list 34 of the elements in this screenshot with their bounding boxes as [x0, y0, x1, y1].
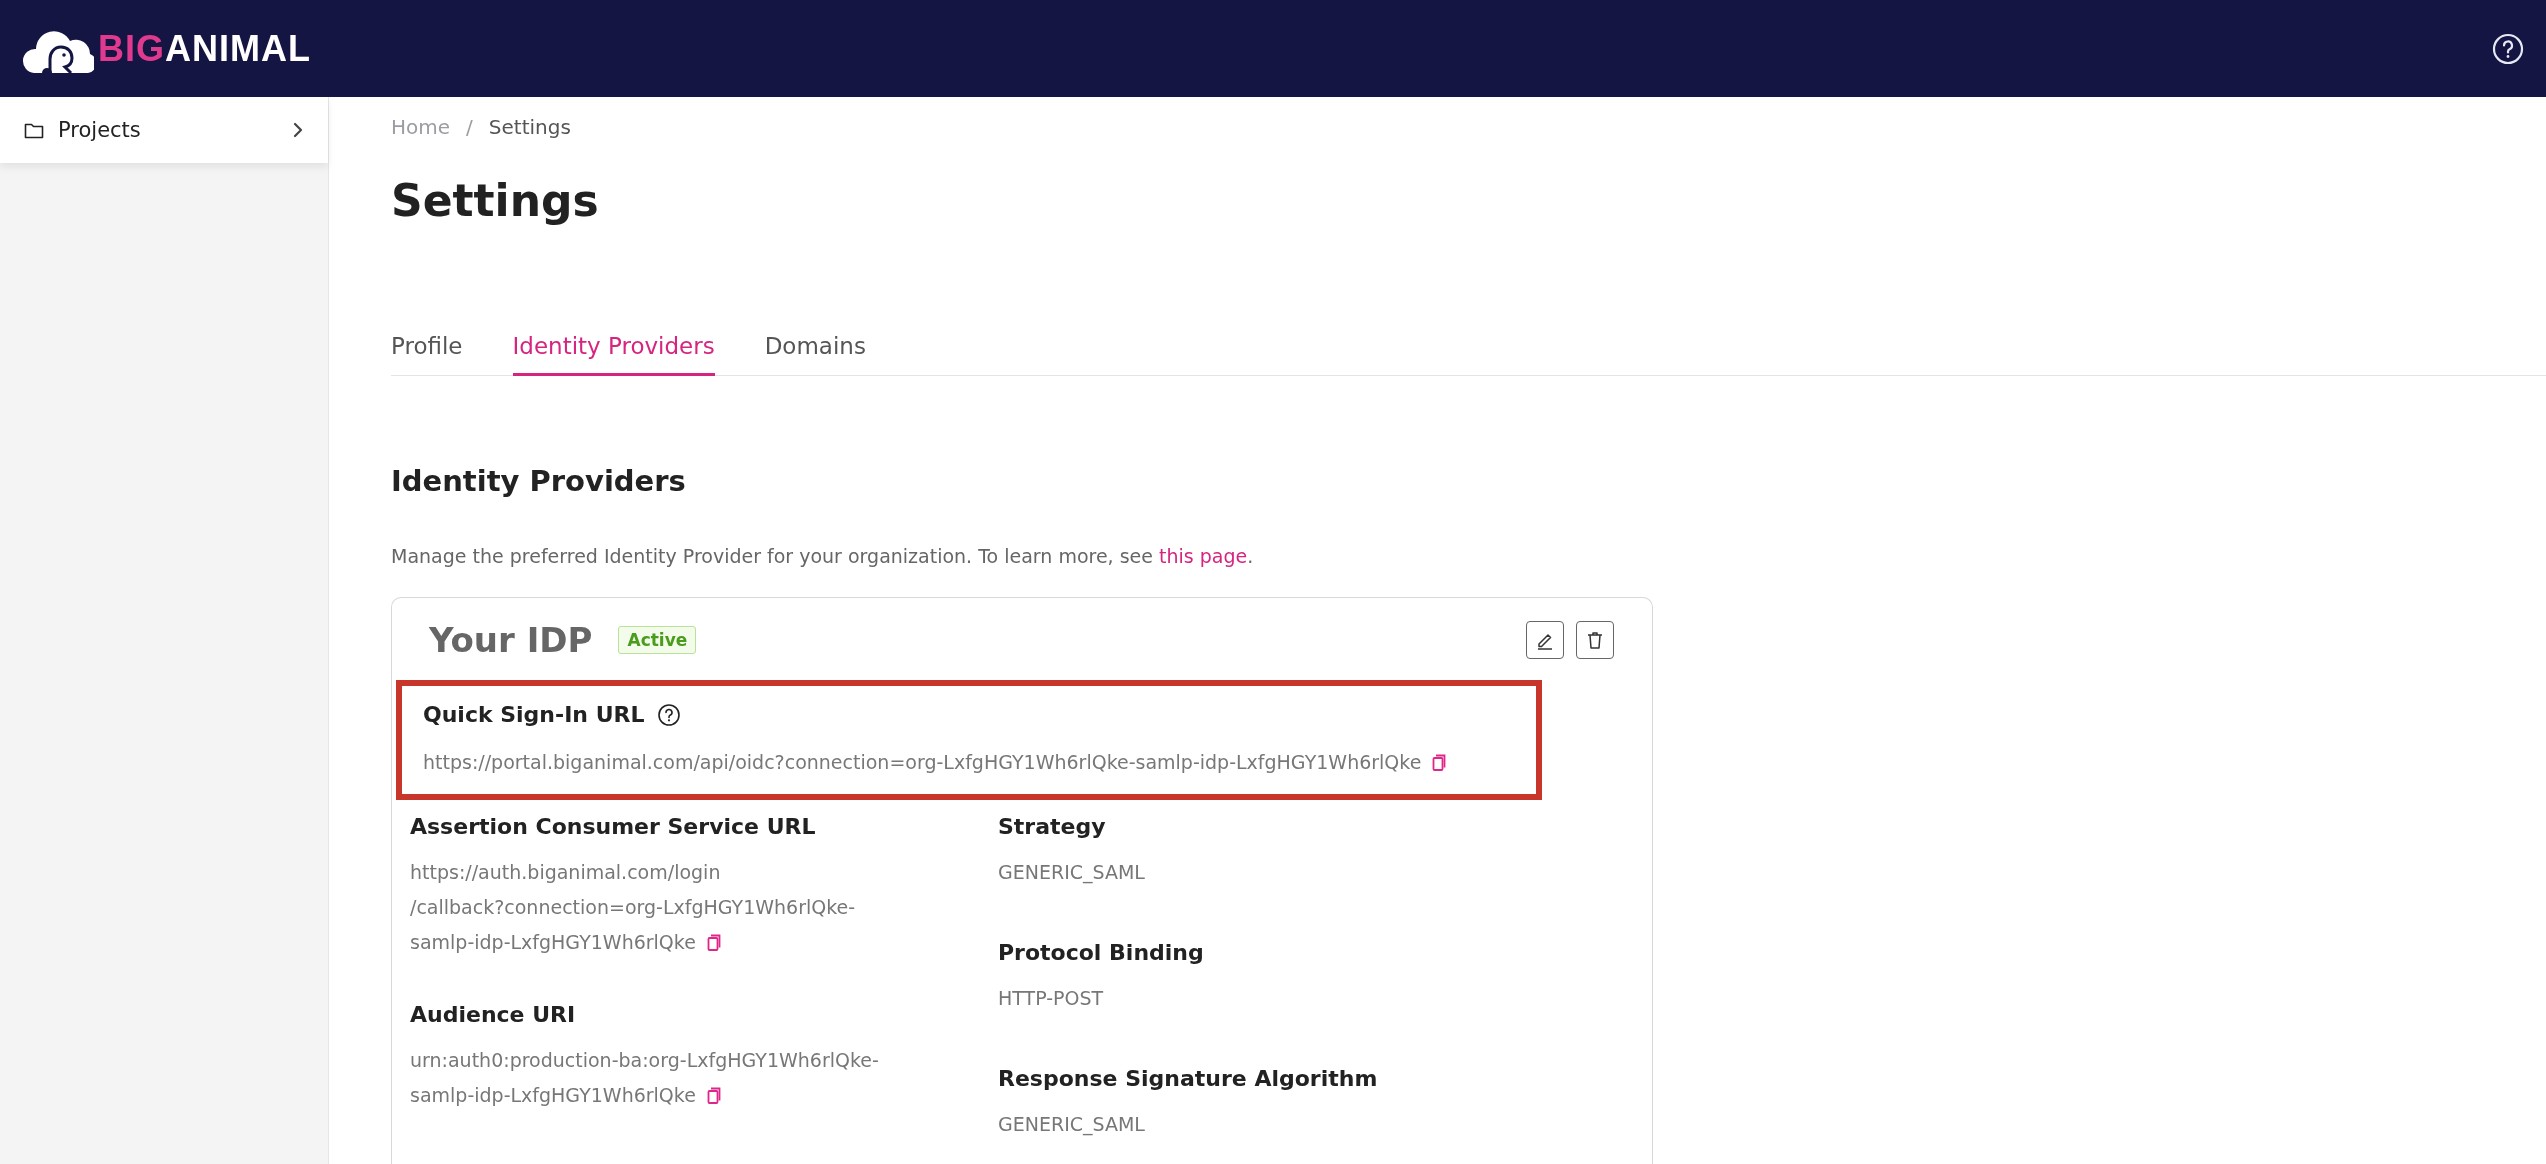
- tab[interactable]: Profile: [391, 318, 463, 376]
- edit-button[interactable]: [1526, 621, 1564, 659]
- field-value: https://portal.biganimal.com/api/oidc?connection=org-LxfgHGY1Wh6rlQke-samlp-idp-LxfgHGY1Wh6rlQke: [423, 750, 1422, 775]
- breadcrumb-current: Settings: [488, 115, 571, 139]
- help-icon[interactable]: [656, 702, 681, 727]
- learn-more-link[interactable]: this page: [1159, 545, 1248, 567]
- section-description: Manage the preferred Identity Provider for your organization. To learn more, see this page.: [391, 545, 1255, 567]
- field-label: Audience URI: [410, 1002, 576, 1027]
- page-title: Settings: [391, 175, 600, 226]
- field-label: Response Signature Algorithm: [998, 1066, 1378, 1091]
- field-value: samlp-idp-LxfgHGY1Wh6rlQke: [410, 930, 696, 955]
- trash-icon: [1585, 630, 1605, 650]
- folder-icon: [24, 121, 44, 139]
- section-title: Identity Providers: [391, 464, 687, 498]
- logo-text: BIGANIMAL: [98, 27, 311, 70]
- sidebar-item[interactable]: Projects: [0, 97, 328, 163]
- field-label: Quick Sign-In URL: [423, 702, 645, 727]
- field-value: GENERIC_SAML: [998, 860, 1145, 886]
- field-value: HTTP-POST: [998, 986, 1104, 1011]
- delete-button[interactable]: [1576, 621, 1614, 659]
- tab[interactable]: Domains: [764, 318, 866, 376]
- breadcrumb-separator: /: [466, 115, 473, 139]
- field-label: Assertion Consumer Service URL: [410, 814, 816, 839]
- tab[interactable]: Identity Providers: [512, 318, 715, 376]
- field-value: samlp-idp-LxfgHGY1Wh6rlQke: [410, 1083, 696, 1108]
- field-value: /callback?connection=org-LxfgHGY1Wh6rlQke-: [410, 895, 856, 920]
- provider-name: Your IDP: [429, 620, 593, 660]
- field-value: https://auth.biganimal.com/login: [410, 860, 721, 885]
- field-label: Strategy: [998, 814, 1106, 839]
- field-label: Protocol Binding: [998, 940, 1204, 965]
- field-value: GENERIC_SAML: [998, 1112, 1145, 1138]
- field-value: urn:auth0:production-ba:org-LxfgHGY1Wh6rlQke-: [410, 1048, 879, 1073]
- status-badge: Active: [618, 626, 697, 654]
- chevron-right-icon: [293, 122, 304, 138]
